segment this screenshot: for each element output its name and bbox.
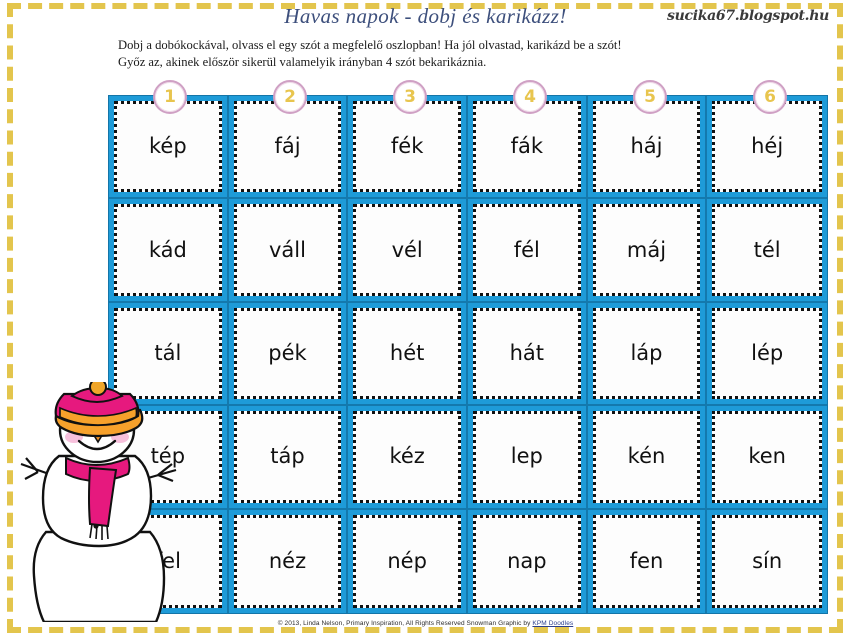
word-label: pék: [268, 340, 307, 365]
word-label: néz: [268, 548, 307, 573]
word-label: hát: [509, 340, 545, 365]
word-label: táp: [270, 444, 305, 469]
word-label: máj: [626, 237, 667, 262]
grid-cell[interactable]: tél: [707, 199, 827, 303]
word-label: sín: [752, 548, 783, 573]
word-card[interactable]: kéz: [353, 411, 461, 503]
word-card[interactable]: pék: [233, 307, 342, 400]
word-label: kéz: [389, 444, 425, 469]
word-label: lép: [751, 340, 784, 365]
word-label: tál: [154, 340, 182, 365]
column-number-4: 4: [513, 80, 547, 114]
grid-cell[interactable]: máj: [587, 199, 708, 303]
word-label: fáj: [274, 134, 301, 159]
word-card[interactable]: váll: [233, 204, 342, 296]
word-label: fék: [390, 134, 424, 159]
word-label: fen: [629, 548, 664, 573]
grid-cell[interactable]: pék: [228, 302, 349, 407]
word-card[interactable]: tél: [712, 204, 822, 296]
grid-cell[interactable]: néz: [229, 509, 349, 613]
word-label: nép: [387, 548, 427, 573]
grid-cell[interactable]: fen: [588, 509, 708, 613]
word-card[interactable]: hát: [472, 307, 581, 400]
word-card[interactable]: láp: [592, 307, 701, 400]
word-label: fák: [510, 134, 544, 159]
credit-link[interactable]: KPM Doodles: [532, 620, 573, 627]
grid-cell[interactable]: kén: [587, 406, 708, 510]
word-card[interactable]: fen: [592, 514, 701, 608]
grid-cell[interactable]: lep: [467, 406, 588, 510]
word-label: héj: [751, 134, 784, 159]
word-card[interactable]: kén: [592, 411, 701, 503]
worksheet-page: Havas napok - dobj és karikázz! sucika67…: [0, 0, 851, 638]
site-watermark: sucika67.blogspot.hu: [667, 8, 829, 24]
word-card[interactable]: néz: [233, 514, 342, 608]
word-label: kép: [148, 134, 187, 159]
word-card[interactable]: háj: [592, 101, 701, 193]
grid-cell[interactable]: táp: [228, 406, 349, 510]
word-label: váll: [269, 237, 306, 262]
word-card[interactable]: lep: [472, 411, 581, 503]
word-card[interactable]: fák: [472, 101, 581, 193]
word-label: vél: [391, 237, 423, 262]
word-card[interactable]: fél: [472, 204, 581, 296]
word-card[interactable]: fáj: [233, 101, 342, 193]
word-card[interactable]: kép: [114, 101, 222, 193]
word-label: ken: [748, 444, 786, 469]
grid-cell[interactable]: vél: [348, 199, 468, 303]
word-card[interactable]: hét: [353, 307, 461, 400]
word-label: kád: [148, 237, 187, 262]
word-card[interactable]: táp: [233, 411, 342, 503]
word-card[interactable]: sín: [712, 514, 822, 608]
word-label: kén: [627, 444, 666, 469]
column-number-5: 5: [633, 80, 667, 114]
word-card[interactable]: lép: [712, 307, 822, 400]
column-number-6: 6: [753, 80, 787, 114]
word-label: lep: [510, 444, 543, 469]
grid-cell[interactable]: kéz: [348, 406, 468, 510]
column-number-2: 2: [273, 80, 307, 114]
word-card[interactable]: nép: [353, 514, 461, 608]
word-card[interactable]: vél: [353, 204, 461, 296]
instruction-line-2: Győz az, akinek először sikerül valamely…: [118, 55, 487, 69]
word-label: nap: [507, 548, 547, 573]
grid-cell[interactable]: lép: [707, 303, 827, 407]
grid-cell[interactable]: ken: [707, 406, 827, 510]
column-number-1: 1: [153, 80, 187, 114]
grid-cell[interactable]: hát: [467, 302, 588, 407]
grid-cell[interactable]: hét: [348, 302, 468, 407]
word-card[interactable]: nap: [472, 514, 581, 608]
word-label: láp: [630, 340, 663, 365]
word-label: tél: [753, 237, 781, 262]
grid-cell[interactable]: sín: [707, 510, 827, 613]
grid-cell[interactable]: fél: [467, 199, 588, 303]
word-grid: kép fáj fék fák háj héj kád váll vél fél máj tél tál…: [108, 95, 828, 614]
word-label: hét: [389, 340, 425, 365]
grid-cell[interactable]: kád: [109, 199, 229, 303]
snowman-pompom: [89, 382, 107, 396]
word-card[interactable]: máj: [592, 204, 701, 296]
instructions-block: Dobj a dobókockával, olvass el egy szót …: [118, 37, 758, 71]
word-card[interactable]: ken: [712, 411, 822, 503]
word-card[interactable]: kád: [114, 204, 222, 296]
footer-credit: © 2013, Linda Nelson, Primary Inspiratio…: [0, 620, 851, 627]
word-card[interactable]: héj: [712, 101, 822, 193]
grid-cell[interactable]: láp: [587, 302, 708, 407]
grid-cell[interactable]: nép: [348, 509, 468, 613]
word-card[interactable]: fék: [353, 101, 461, 193]
instruction-line-1: Dobj a dobókockával, olvass el egy szót …: [118, 38, 622, 52]
column-number-3: 3: [393, 80, 427, 114]
word-label: háj: [630, 134, 663, 159]
credit-text: © 2013, Linda Nelson, Primary Inspiratio…: [277, 620, 533, 627]
grid-cell[interactable]: nap: [468, 509, 588, 613]
snowman-illustration: [20, 382, 177, 622]
word-label: fél: [513, 237, 540, 262]
grid-cell[interactable]: váll: [228, 199, 349, 303]
